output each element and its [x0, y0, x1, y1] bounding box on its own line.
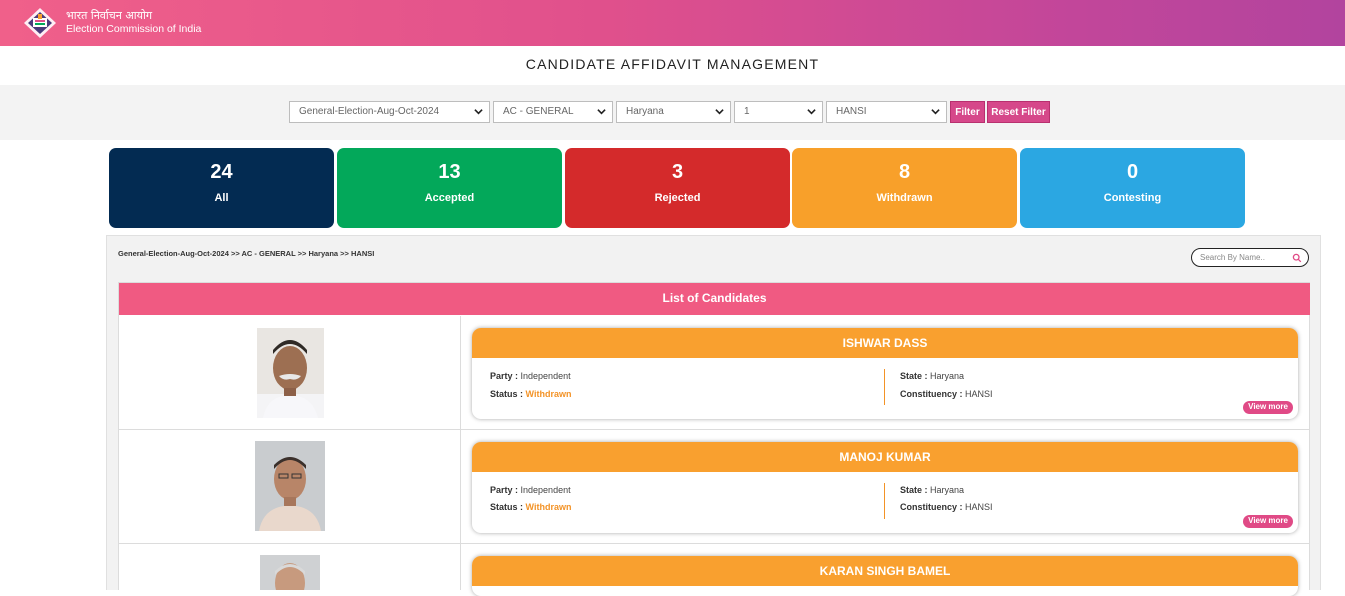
header-bar: भारत निर्वाचन आयोग Election Commission o… [0, 0, 1345, 46]
election-select[interactable]: General-Election-Aug-Oct-2024 [289, 101, 490, 123]
state-field: State : Haryana [900, 371, 964, 381]
candidate-name: KARAN SINGH BAMEL [472, 556, 1298, 586]
status-field: Status : Withdrawn [490, 502, 571, 512]
party-field: Party : Independent [490, 371, 571, 381]
reset-filter-button[interactable]: Reset Filter [987, 101, 1050, 123]
state-field: State : Haryana [900, 485, 964, 495]
search-placeholder: Search By Name.. [1200, 253, 1265, 262]
constituency-label: Constituency : [900, 502, 963, 512]
org-name-hindi: भारत निर्वाचन आयोग [66, 9, 153, 22]
status-label: Status : [490, 502, 524, 512]
row-divider [119, 429, 1310, 430]
constituency-type-select[interactable]: AC - GENERAL [493, 101, 613, 123]
chevron-down-icon [474, 109, 483, 115]
candidate-name: MANOJ KUMAR [472, 442, 1298, 472]
candidate-card[interactable]: KARAN SINGH BAMEL [472, 556, 1298, 596]
card-label: Accepted [424, 192, 475, 204]
state-label: State : [900, 485, 928, 495]
constituency-value: HANSI [965, 502, 993, 512]
phase-select-value: 1 [744, 106, 750, 117]
constituency-type-select-value: AC - GENERAL [503, 106, 574, 117]
state-select-value: Haryana [626, 106, 664, 117]
party-field: Party : Independent [490, 485, 571, 495]
status-field: Status : Withdrawn [490, 389, 571, 399]
card-count: 13 [438, 161, 461, 183]
constituency-field: Constituency : HANSI [900, 389, 993, 399]
status-label: Status : [490, 389, 524, 399]
candidate-card[interactable]: ISHWAR DASS Party : Independent Status :… [472, 328, 1298, 419]
page-title: CANDIDATE AFFIDAVIT MANAGEMENT [525, 56, 820, 72]
candidate-photo [260, 555, 320, 590]
summary-card-rejected[interactable]: 3 Rejected [565, 148, 790, 228]
summary-card-contesting[interactable]: 0 Contesting [1020, 148, 1245, 228]
column-divider [460, 316, 461, 590]
constituency-select[interactable]: HANSI [826, 101, 947, 123]
filter-button[interactable]: Filter [950, 101, 985, 123]
state-label: State : [900, 371, 928, 381]
party-label: Party : [490, 485, 519, 495]
card-divider [884, 369, 885, 405]
chevron-down-icon [715, 109, 724, 115]
card-count: 8 [898, 161, 911, 183]
candidate-name: ISHWAR DASS [472, 328, 1298, 358]
card-count: 3 [671, 161, 684, 183]
state-value: Haryana [930, 485, 965, 495]
view-more-button[interactable]: View more [1243, 401, 1293, 414]
card-label: Contesting [1103, 192, 1162, 204]
constituency-select-value: HANSI [836, 106, 867, 117]
summary-card-withdrawn[interactable]: 8 Withdrawn [792, 148, 1017, 228]
view-more-button[interactable]: View more [1243, 515, 1293, 528]
breadcrumb: General-Election-Aug-Oct-2024 >> AC - GE… [118, 249, 375, 258]
status-value: Withdrawn [525, 502, 572, 512]
party-value: Independent [520, 485, 571, 495]
search-icon[interactable] [1292, 253, 1302, 263]
election-select-value: General-Election-Aug-Oct-2024 [299, 106, 440, 117]
party-value: Independent [520, 371, 571, 381]
status-value: Withdrawn [525, 389, 572, 399]
card-label: All [214, 192, 229, 204]
summary-card-accepted[interactable]: 13 Accepted [337, 148, 562, 228]
candidate-photo [257, 328, 324, 418]
card-count: 24 [210, 161, 233, 183]
ballot-box-logo-icon[interactable] [22, 6, 58, 40]
state-select[interactable]: Haryana [616, 101, 731, 123]
row-divider [119, 543, 1310, 544]
chevron-down-icon [807, 109, 816, 115]
brand: भारत निर्वाचन आयोग Election Commission o… [66, 9, 201, 36]
chevron-down-icon [597, 109, 606, 115]
party-label: Party : [490, 371, 519, 381]
constituency-field: Constituency : HANSI [900, 502, 993, 512]
constituency-label: Constituency : [900, 389, 963, 399]
card-label: Withdrawn [876, 192, 933, 204]
card-divider [884, 483, 885, 519]
state-value: Haryana [930, 371, 965, 381]
candidate-photo [255, 441, 325, 531]
phase-select[interactable]: 1 [734, 101, 823, 123]
org-name-english: Election Commission of India [66, 23, 202, 35]
card-label: Rejected [654, 192, 701, 204]
chevron-down-icon [931, 109, 940, 115]
constituency-value: HANSI [965, 389, 993, 399]
search-input[interactable]: Search By Name.. [1191, 248, 1309, 267]
summary-card-all[interactable]: 24 All [109, 148, 334, 228]
card-count: 0 [1126, 161, 1139, 183]
candidate-card[interactable]: MANOJ KUMAR Party : Independent Status :… [472, 442, 1298, 533]
table-heading: List of Candidates [119, 283, 1310, 315]
